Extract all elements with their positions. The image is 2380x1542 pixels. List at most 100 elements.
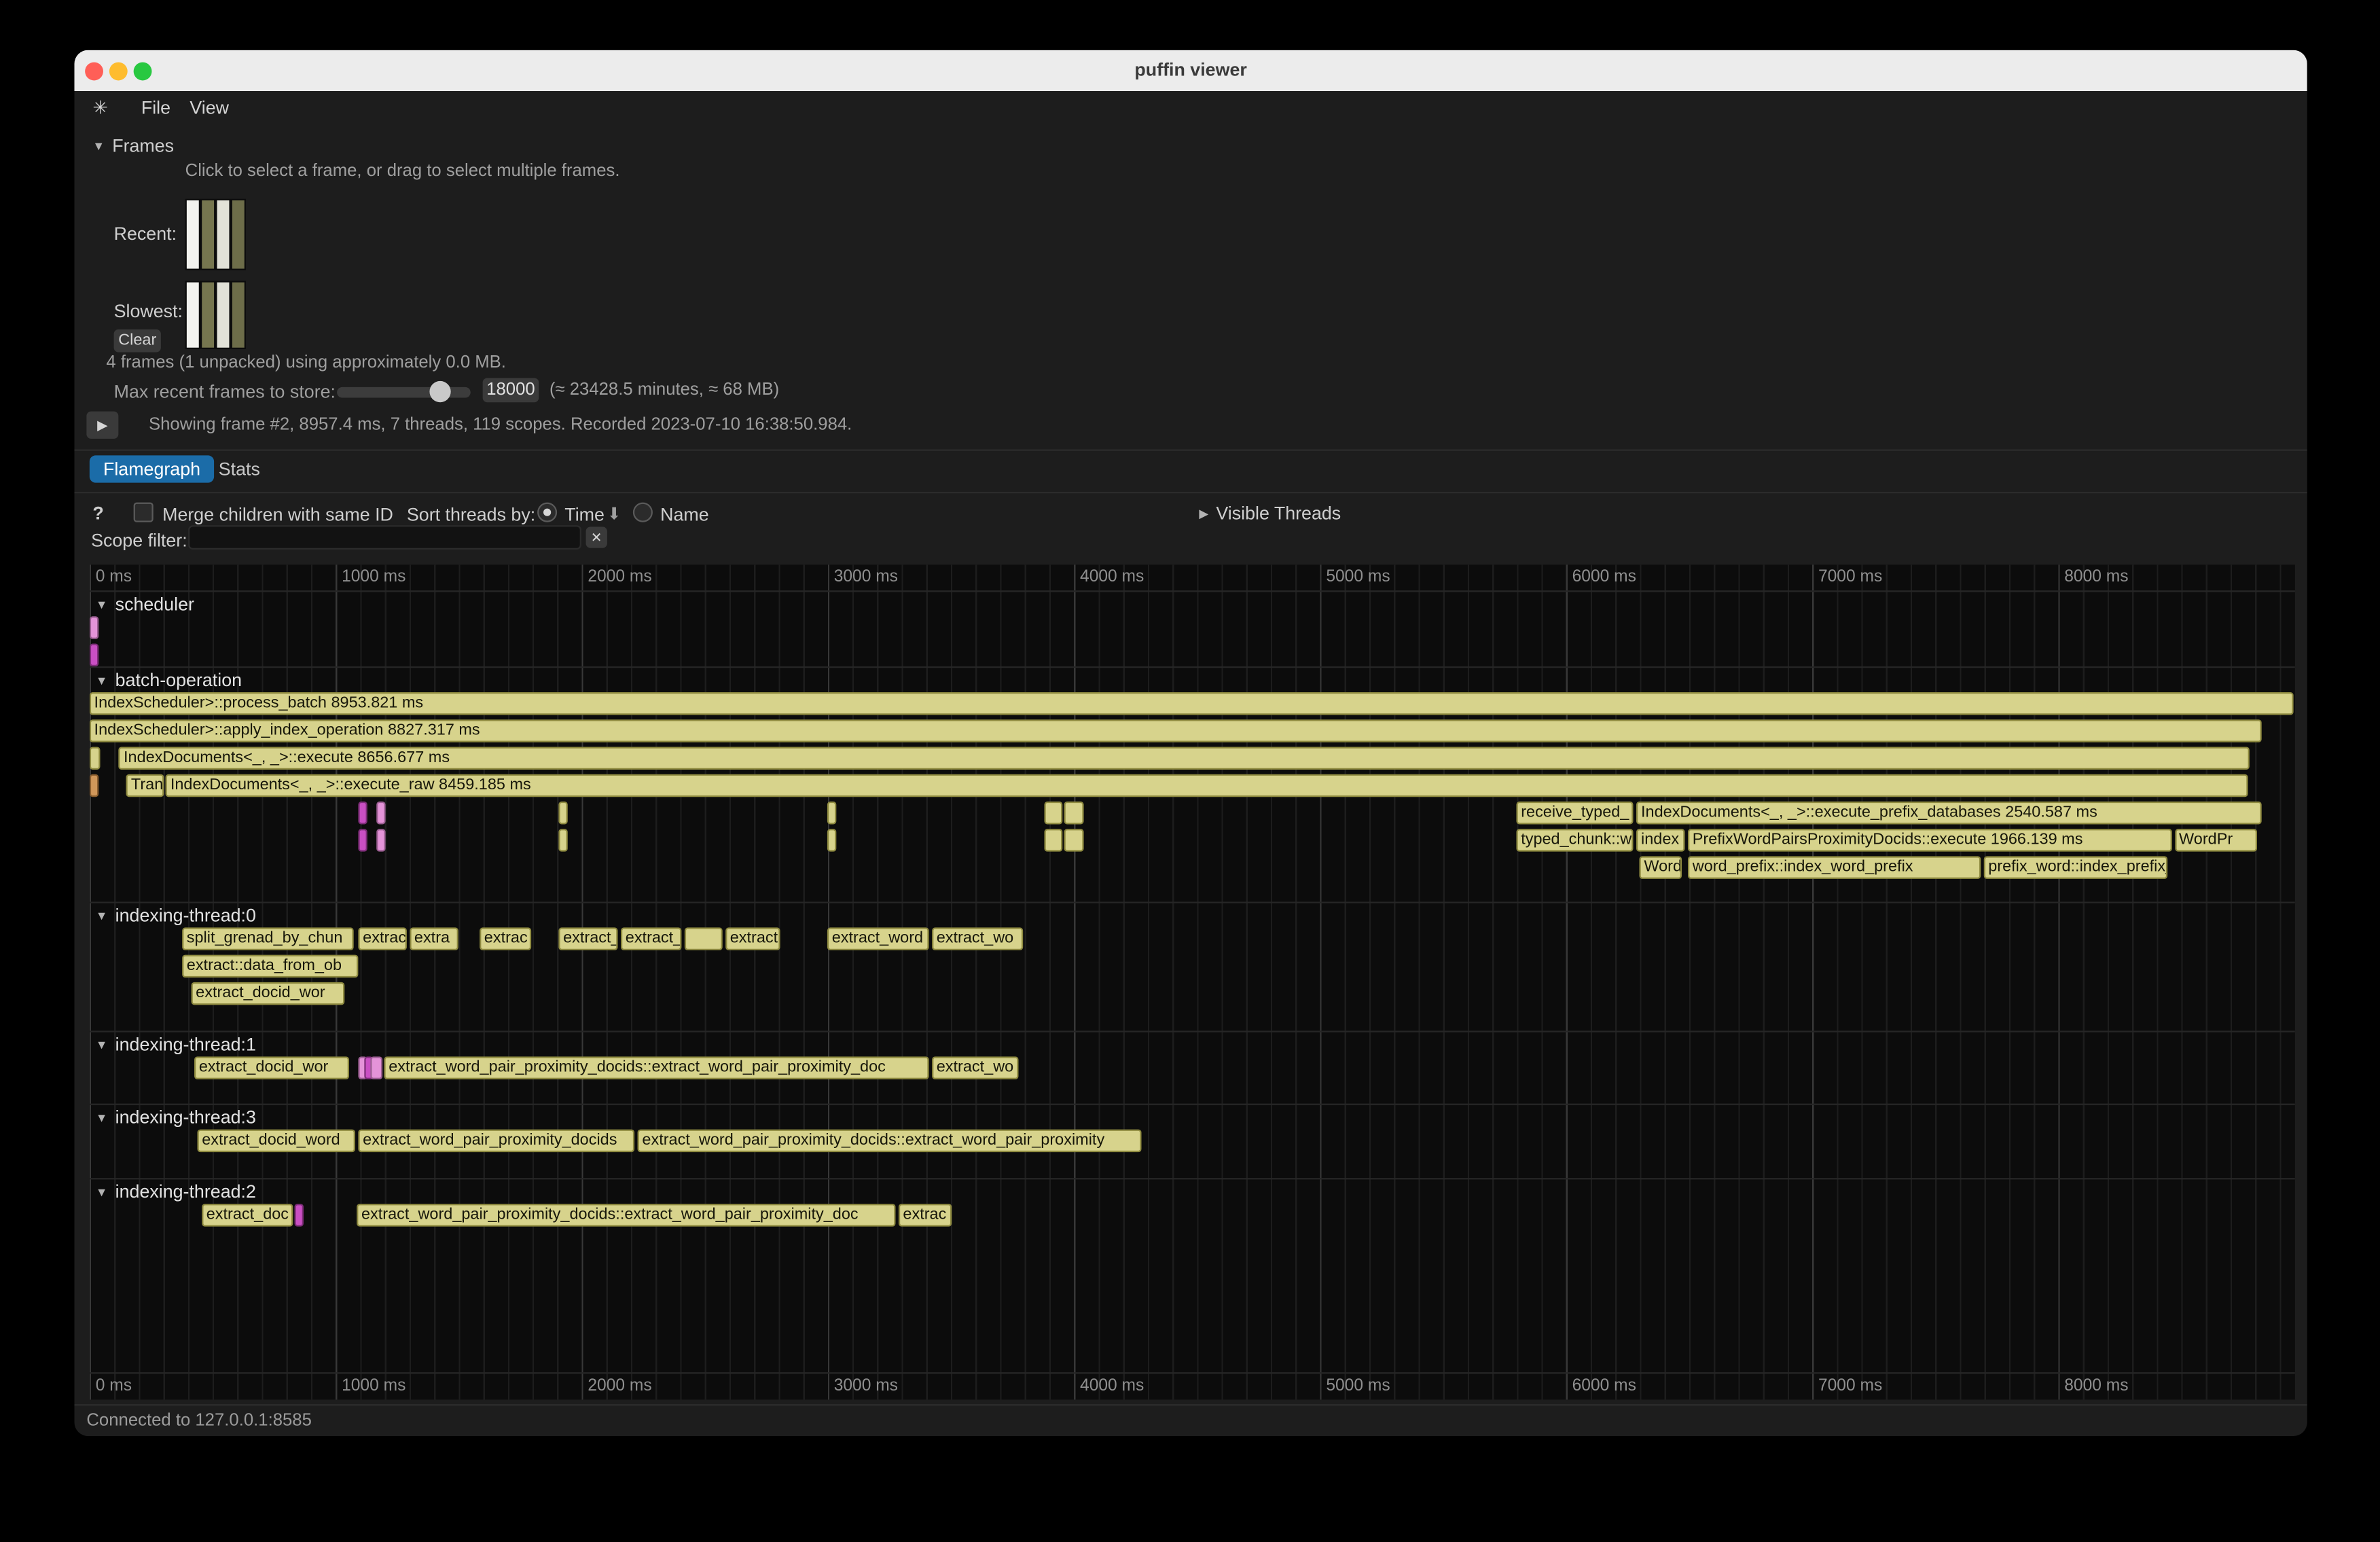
- flame-bar[interactable]: extract_doc: [202, 1204, 293, 1227]
- flame-bar[interactable]: extract_: [621, 927, 681, 950]
- flame-bar[interactable]: [90, 616, 98, 639]
- flamegraph-canvas[interactable]: 0 ms1000 ms2000 ms3000 ms4000 ms5000 ms6…: [90, 564, 2295, 1399]
- flame-bar[interactable]: extract_docid_wor: [194, 1056, 349, 1079]
- thread-header[interactable]: ▼batch-operation: [90, 668, 2295, 692]
- thread-header[interactable]: ▼indexing-thread:0: [90, 903, 2295, 928]
- merge-children-checkbox[interactable]: [134, 503, 154, 522]
- flame-bar[interactable]: [827, 829, 837, 852]
- flame-bar[interactable]: extract: [358, 927, 406, 950]
- flame-bar[interactable]: IndexScheduler>::process_batch 8953.821 …: [90, 692, 2293, 715]
- flame-bar[interactable]: IndexDocuments<_, _>::execute_prefix_dat…: [1636, 802, 2261, 825]
- flame-bar[interactable]: extract_word_pair_proximity_docids::extr…: [638, 1130, 1142, 1153]
- flame-bar[interactable]: [685, 927, 723, 950]
- max-frames-value[interactable]: 18000: [483, 378, 539, 402]
- flame-bar[interactable]: [827, 802, 837, 825]
- tab-stats[interactable]: Stats: [205, 455, 274, 482]
- frame-thumbnail-bar[interactable]: [187, 200, 199, 269]
- flame-bar[interactable]: [1045, 802, 1062, 825]
- sort-direction-icon[interactable]: ⬇: [607, 504, 621, 524]
- recent-frames-thumbnail[interactable]: [185, 199, 246, 270]
- max-frames-slider-knob[interactable]: [429, 381, 450, 402]
- flame-bar[interactable]: extract_word_pair_proximity_docids::extr…: [357, 1204, 895, 1227]
- frame-thumbnail-bar[interactable]: [187, 283, 199, 348]
- help-button[interactable]: ?: [92, 503, 103, 524]
- flame-bar[interactable]: extract_docid_word: [198, 1130, 355, 1153]
- flame-bar[interactable]: [558, 802, 567, 825]
- flame-bar[interactable]: extract::data_from_ob: [182, 955, 358, 978]
- flame-bar[interactable]: Word: [1640, 856, 1682, 879]
- flame-bar[interactable]: [376, 802, 385, 825]
- flame-bar[interactable]: [90, 644, 98, 667]
- flame-bar[interactable]: [376, 829, 385, 852]
- flame-row: IndexDocuments<_, _>::execute 8656.677 m…: [90, 747, 2295, 770]
- flame-bar[interactable]: extract_: [558, 927, 617, 950]
- flame-bar[interactable]: [90, 774, 98, 797]
- frame-thumbnail-bar[interactable]: [232, 200, 245, 269]
- flame-bar[interactable]: [1064, 829, 1083, 852]
- flame-row: IndexScheduler>::apply_index_operation 8…: [90, 719, 2295, 742]
- slowest-frames-thumbnail[interactable]: [185, 281, 246, 349]
- app-menu-icon[interactable]: ✳: [92, 97, 107, 118]
- frame-thumbnail-bar[interactable]: [217, 200, 230, 269]
- max-frames-note: (≈ 23428.5 minutes, ≈ 68 MB): [549, 381, 779, 399]
- clear-button[interactable]: Clear: [114, 329, 161, 353]
- flame-bar[interactable]: IndexDocuments<_, _>::execute_raw 8459.1…: [166, 774, 2248, 797]
- flame-bar[interactable]: extract_docid_wor: [191, 982, 344, 1005]
- flame-bar[interactable]: extrac: [480, 927, 531, 950]
- visible-threads-header[interactable]: ▶ Visible Threads: [1199, 503, 1341, 524]
- flame-bar[interactable]: [371, 1056, 382, 1079]
- flame-bar[interactable]: [358, 829, 367, 852]
- menu-item-view[interactable]: View: [190, 97, 229, 118]
- ruler-tick-label: 5000 ms: [1326, 568, 1390, 586]
- thread-header[interactable]: ▼indexing-thread:2: [90, 1179, 2295, 1204]
- flame-row: Word word_prefix::index_word_prefixprefix…: [90, 856, 2295, 879]
- scope-filter-input[interactable]: [188, 525, 581, 550]
- thread-header[interactable]: ▼scheduler: [90, 592, 2295, 617]
- flame-bar[interactable]: extract_word_pair_proximity_docids: [358, 1130, 634, 1153]
- flame-bar[interactable]: Trans: [126, 774, 164, 797]
- frame-thumbnail-bar[interactable]: [202, 283, 214, 348]
- flame-bar[interactable]: [1045, 829, 1062, 852]
- flame-bar[interactable]: extrac: [899, 1204, 952, 1227]
- flame-bar[interactable]: [558, 829, 567, 852]
- flame-bar[interactable]: extract_wo: [932, 927, 1023, 950]
- flame-bar[interactable]: WordPr: [2174, 829, 2256, 852]
- sort-threads-label: Sort threads by:: [407, 504, 535, 525]
- flame-bar[interactable]: typed_chunk::w: [1517, 829, 1634, 852]
- flame-bar[interactable]: extract_wo: [932, 1056, 1018, 1079]
- flame-bar[interactable]: extract_word_pair_proximity_docids::extr…: [384, 1056, 929, 1079]
- thread-name: indexing-thread:3: [115, 1107, 256, 1128]
- flame-bar[interactable]: word_prefix::index_word_prefix: [1688, 856, 1981, 879]
- flame-bar[interactable]: IndexDocuments<_, _>::execute 8656.677 m…: [119, 747, 2249, 770]
- clear-filter-button[interactable]: ✕: [586, 526, 607, 548]
- frame-thumbnail-bar[interactable]: [217, 283, 230, 348]
- flame-bar[interactable]: [358, 802, 367, 825]
- ruler-tick-label: 0 ms: [96, 568, 132, 586]
- flame-bar[interactable]: receive_typed_: [1517, 802, 1634, 825]
- tab-flamegraph[interactable]: Flamegraph: [90, 455, 214, 482]
- frame-thumbnail-bar[interactable]: [202, 200, 214, 269]
- thread-header[interactable]: ▼indexing-thread:1: [90, 1033, 2295, 1057]
- flame-bar[interactable]: split_grenad_by_chun: [182, 927, 354, 950]
- flame-bar[interactable]: extract_word: [827, 927, 929, 950]
- flame-bar[interactable]: extra: [410, 927, 458, 950]
- flame-bar[interactable]: [90, 747, 101, 770]
- frame-thumbnail-bar[interactable]: [232, 283, 245, 348]
- sort-name-radio[interactable]: [633, 503, 653, 522]
- flame-bar[interactable]: [295, 1204, 304, 1227]
- flame-bar[interactable]: IndexScheduler>::apply_index_operation 8…: [90, 719, 2262, 742]
- flame-bar[interactable]: index: [1636, 829, 1684, 852]
- collapse-arrow-icon: ▼: [96, 673, 108, 687]
- thread-section: ▼indexing-thread:0split_grenad_by_chunex…: [90, 901, 2295, 1030]
- flame-bar[interactable]: PrefixWordPairsProximityDocids::execute …: [1688, 829, 2171, 852]
- separator: [75, 449, 2307, 450]
- play-button[interactable]: ▶: [86, 412, 118, 439]
- sort-time-radio[interactable]: [537, 503, 557, 522]
- frames-section-header[interactable]: ▼ Frames: [92, 135, 174, 156]
- flame-bar[interactable]: extract: [725, 927, 780, 950]
- expand-arrow-icon: ▶: [1199, 506, 1208, 520]
- flame-bar[interactable]: prefix_word::index_prefix_wo: [1984, 856, 2167, 879]
- menu-item-file[interactable]: File: [141, 97, 170, 118]
- flame-bar[interactable]: [1064, 802, 1083, 825]
- thread-header[interactable]: ▼indexing-thread:3: [90, 1105, 2295, 1130]
